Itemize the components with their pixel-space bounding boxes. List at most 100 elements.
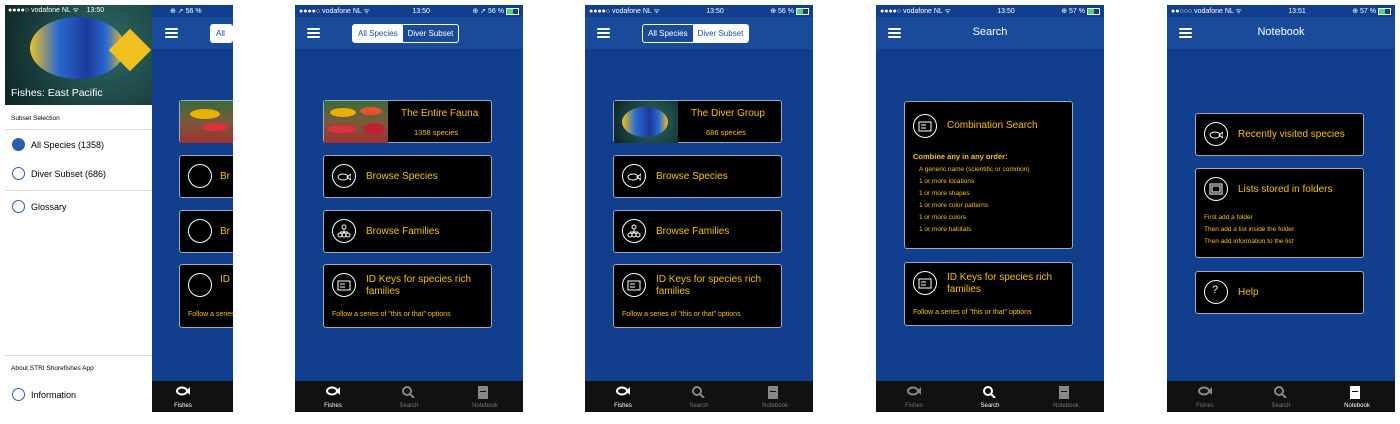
diver-count: 686 species bbox=[706, 128, 747, 137]
lists-folders-card[interactable]: Lists stored in folders First add a fold… bbox=[1195, 168, 1364, 258]
fauna-card[interactable] bbox=[179, 100, 233, 143]
notebook-icon bbox=[1059, 386, 1069, 399]
id-keys-title-line1: ID Keys for species rich bbox=[656, 274, 762, 285]
tab-fishes-label: Fishes bbox=[324, 403, 342, 409]
list-item: 1 or more habitats bbox=[919, 226, 972, 233]
list-item: 1 or more colors bbox=[919, 214, 966, 221]
divider bbox=[5, 355, 152, 356]
drawer-item-diver-subset[interactable]: Diver Subset (686) bbox=[5, 167, 152, 180]
status-left: ●●●●○ vodafone NL ᯤ bbox=[299, 7, 370, 15]
segment-diver-subset[interactable]: Diver Subset bbox=[692, 25, 749, 42]
tab-fishes[interactable]: Fishes bbox=[876, 381, 952, 412]
recently-visited-label: Recently visited species bbox=[1238, 129, 1345, 140]
battery-level bbox=[797, 8, 804, 14]
fish-icon bbox=[12, 138, 25, 151]
tab-fishes[interactable]: Fishes bbox=[1167, 381, 1243, 412]
browse-families-card[interactable]: Br bbox=[179, 210, 233, 253]
battery-icon bbox=[796, 7, 809, 15]
tab-search[interactable]: Search bbox=[952, 381, 1028, 412]
help-label: Help bbox=[1238, 287, 1259, 298]
id-card-icon bbox=[622, 273, 646, 297]
status-right: ⊕ 56 % bbox=[770, 7, 809, 15]
id-keys-title-line2: families bbox=[656, 286, 690, 297]
page-title: Search bbox=[972, 26, 1008, 38]
browse-families-card[interactable]: Browse Families bbox=[323, 210, 492, 253]
battery-percent: 57 % bbox=[1360, 8, 1376, 15]
fauna-thumbnail bbox=[324, 101, 388, 143]
tab-notebook[interactable]: Notebook bbox=[447, 381, 523, 412]
segment-all-species[interactable]: All Species bbox=[643, 25, 693, 42]
combination-search-card[interactable]: Combination Search Combine any in any or… bbox=[904, 101, 1073, 249]
battery-level bbox=[1088, 8, 1095, 14]
fauna-card[interactable]: The Entire Fauna 1358 species bbox=[323, 100, 492, 143]
id-keys-title-line1: ID Keys for species rich bbox=[366, 274, 472, 285]
tab-notebook[interactable]: Notebook bbox=[1028, 381, 1104, 412]
status-time: 13:50 bbox=[412, 7, 430, 15]
drawer-item-all-species[interactable]: All Species (1358) bbox=[5, 138, 152, 151]
tab-fishes[interactable]: Fishes bbox=[585, 381, 661, 412]
help-card[interactable]: ? Help bbox=[1195, 271, 1364, 314]
drawer-item-information[interactable]: Information bbox=[5, 388, 152, 401]
battery-percent: 56 % bbox=[488, 8, 504, 15]
diver-card[interactable]: The Diver Group 686 species bbox=[613, 100, 782, 143]
battery-icon bbox=[506, 7, 519, 15]
id-keys-card[interactable]: ID Keys for species rich families Follow… bbox=[323, 264, 492, 328]
browse-species-card[interactable]: Browse Species bbox=[613, 155, 782, 198]
tab-search[interactable]: Search bbox=[1243, 381, 1319, 412]
tab-search[interactable]: Search bbox=[371, 381, 447, 412]
status-left: ●●●●○ vodafone NL ᯤ bbox=[589, 7, 660, 15]
nav-bar: Notebook bbox=[1167, 17, 1395, 49]
browse-families-label: Br bbox=[220, 226, 230, 237]
page-title: Notebook bbox=[1257, 26, 1305, 38]
family-tree-icon bbox=[332, 219, 356, 243]
help-icon: ? bbox=[1204, 280, 1228, 304]
tab-search[interactable]: Search bbox=[661, 381, 737, 412]
id-keys-card[interactable]: ID Keys for species rich families Follow… bbox=[904, 262, 1073, 326]
menu-icon[interactable] bbox=[307, 28, 320, 38]
carrier-label: vodafone NL bbox=[322, 7, 362, 15]
tab-fishes[interactable]: Fishes bbox=[145, 381, 221, 412]
nav-bar: Search bbox=[876, 17, 1104, 49]
battery-level bbox=[1379, 8, 1386, 14]
browse-families-card[interactable]: Browse Families bbox=[613, 210, 782, 253]
screen-all-species: ●●●●○ vodafone NL ᯤ 13:50 ⊕ ➚ 56 % All S… bbox=[295, 5, 523, 412]
tab-fishes[interactable]: Fishes bbox=[295, 381, 371, 412]
browse-species-card[interactable]: Browse Species bbox=[323, 155, 492, 198]
id-keys-sub: Follow a series of "this or that" option… bbox=[622, 311, 741, 318]
search-icon bbox=[1274, 386, 1287, 398]
tab-notebook-label: Notebook bbox=[1053, 403, 1079, 409]
drawer-item-label: Diver Subset (686) bbox=[31, 168, 107, 179]
recently-visited-card[interactable]: Recently visited species bbox=[1195, 113, 1364, 156]
id-keys-card[interactable]: ID Follow a series of "this or that" opt… bbox=[179, 264, 233, 328]
search-icon bbox=[692, 386, 705, 398]
tab-notebook[interactable]: Notebook bbox=[737, 381, 813, 412]
segment-control[interactable]: All Species Diver Subset bbox=[642, 24, 750, 43]
menu-icon[interactable] bbox=[165, 28, 178, 38]
segment-all-species[interactable]: All Species bbox=[353, 25, 403, 42]
tab-notebook[interactable]: Notebook bbox=[1319, 381, 1395, 412]
menu-icon[interactable] bbox=[597, 28, 610, 38]
carrier-label: vodafone NL bbox=[1194, 7, 1234, 15]
notebook-icon bbox=[768, 386, 778, 399]
id-keys-sub: Follow a series of "this or that" option… bbox=[188, 311, 233, 318]
diver-icon bbox=[12, 167, 25, 180]
fish-icon bbox=[332, 164, 356, 188]
id-card-icon bbox=[913, 271, 937, 295]
list-item: A generic name (scientific or common) bbox=[919, 166, 1030, 173]
nav-bar: All Species Diver Subset bbox=[585, 17, 813, 49]
segment-control[interactable]: All Species Diver Subset bbox=[352, 24, 460, 43]
drawer-item-glossary[interactable]: Glossary bbox=[5, 200, 152, 213]
tab-search-label: Search bbox=[980, 403, 1000, 409]
status-left: ●●○○○ vodafone NL ᯤ bbox=[1171, 7, 1242, 15]
segment-diver-subset[interactable]: Diver Subset bbox=[403, 25, 459, 42]
divider bbox=[5, 190, 152, 191]
notebook-icon bbox=[1350, 386, 1360, 399]
carrier-label: vodafone NL bbox=[903, 7, 943, 15]
segment-control[interactable]: All S bbox=[210, 24, 233, 43]
battery-level bbox=[507, 8, 514, 14]
tab-bar: Fishes Search Notebook bbox=[876, 381, 1104, 412]
segment-all-species[interactable]: All S bbox=[211, 25, 232, 42]
fish-icon bbox=[188, 164, 212, 188]
id-keys-card[interactable]: ID Keys for species rich families Follow… bbox=[613, 264, 782, 328]
browse-species-card[interactable]: Br bbox=[179, 155, 233, 198]
